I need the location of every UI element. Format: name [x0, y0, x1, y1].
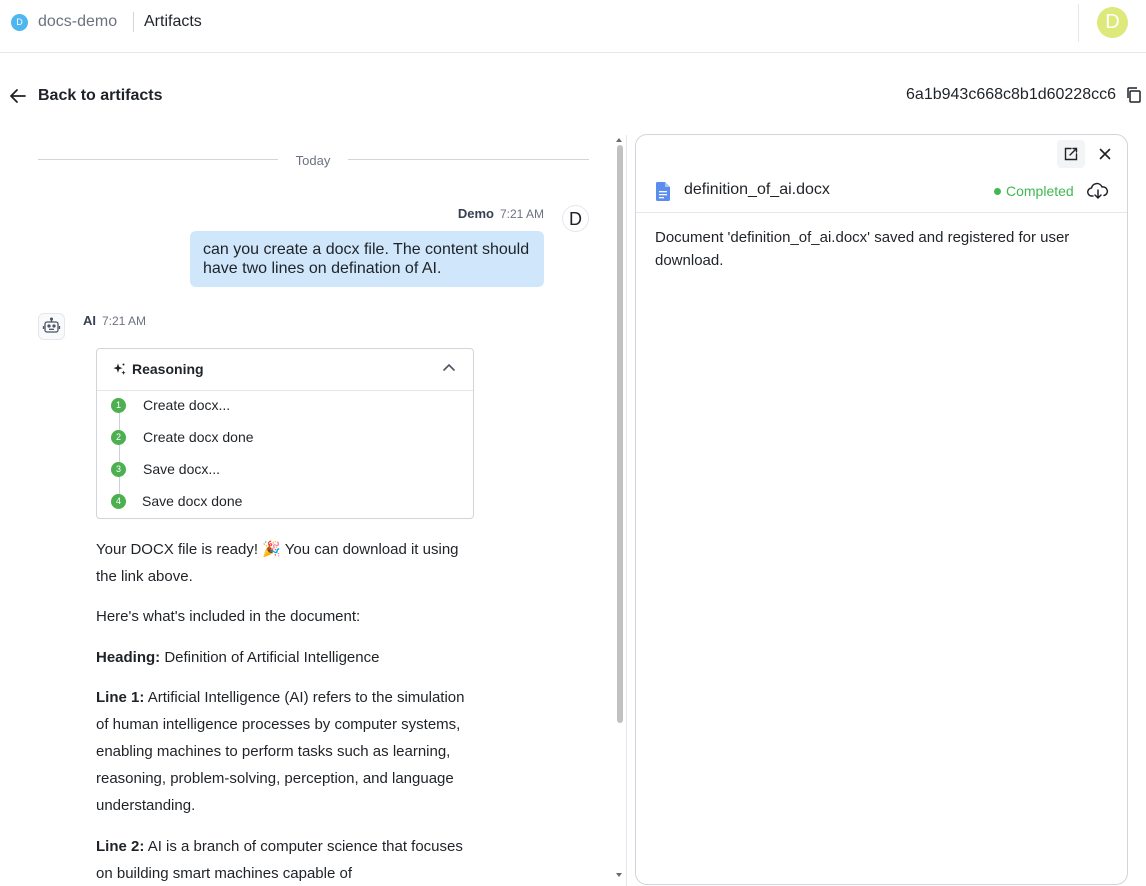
line2-label: Line 2: — [96, 838, 145, 855]
date-divider-right — [348, 159, 589, 160]
user-message-bubble: can you create a docx file. The content … — [190, 231, 544, 287]
step-number: 4 — [111, 493, 126, 509]
status-label: Completed — [1006, 183, 1074, 199]
step-label: Save docx... — [143, 461, 221, 477]
page-title: Artifacts — [144, 13, 202, 30]
workspace-badge[interactable]: D — [11, 14, 28, 31]
artifact-file-name: definition_of_ai.docx — [684, 181, 830, 198]
scrollbar-thumb[interactable] — [617, 145, 623, 723]
ai-line1: Line 1: Artificial Intelligence (AI) ref… — [96, 684, 476, 819]
ai-intro-text: Your DOCX file is ready! 🎉 You can downl… — [96, 541, 459, 585]
date-divider-left — [38, 159, 278, 160]
ai-avatar — [38, 313, 65, 340]
step-label: Create docx... — [143, 397, 231, 413]
close-icon — [1099, 148, 1111, 160]
back-link-label: Back to artifacts — [38, 87, 163, 104]
artifact-id: 6a1b943c668c8b1d60228cc6 — [906, 86, 1116, 103]
chat-scrollbar[interactable] — [613, 135, 629, 886]
reasoning-step: 3 Save docx... — [111, 459, 220, 479]
scroll-down-arrow[interactable] — [616, 873, 622, 877]
breadcrumb-separator — [133, 12, 134, 32]
artifact-file-row: definition_of_ai.docx Completed — [636, 175, 1127, 213]
step-number: 3 — [111, 461, 126, 477]
user-message-avatar: D — [562, 205, 589, 232]
arrow-left-icon — [10, 89, 26, 103]
copy-icon[interactable] — [1125, 86, 1142, 104]
step-label: Create docx done — [143, 429, 254, 445]
user-message-meta: Demo 7:21 AM — [458, 206, 544, 221]
ai-included-text: Here's what's included in the document: — [96, 608, 361, 625]
artifact-panel-body: Document 'definition_of_ai.docx' saved a… — [655, 229, 1070, 269]
artifact-panel: definition_of_ai.docx Completed Document… — [635, 134, 1128, 885]
ai-message-author: AI — [83, 313, 96, 328]
status-dot — [994, 187, 1001, 195]
chat-thread[interactable]: Today Demo 7:21 AM D can you create a doc… — [0, 135, 615, 886]
workspace-name[interactable]: docs-demo — [38, 13, 117, 31]
reasoning-panel: Reasoning 1 Create docx... 2 Create docx… — [96, 348, 474, 519]
line1-label: Line 1: — [96, 689, 145, 706]
scroll-up-arrow[interactable] — [616, 138, 622, 142]
ai-message-time: 7:21 AM — [102, 314, 147, 328]
document-icon — [655, 182, 670, 201]
reasoning-step: 2 Create docx done — [111, 427, 254, 447]
step-number: 1 — [111, 397, 126, 413]
user-message-time: 7:21 AM — [499, 207, 544, 221]
sparkle-icon — [113, 363, 126, 375]
step-number: 2 — [111, 429, 126, 445]
external-link-icon — [1064, 147, 1078, 161]
reasoning-header[interactable]: Reasoning — [97, 349, 473, 391]
heading-label: Heading: — [96, 649, 161, 666]
heading-value: Definition of Artificial Intelligence — [164, 649, 380, 666]
status-badge: Completed — [994, 183, 1074, 199]
step-label: Save docx done — [142, 493, 243, 509]
topbar-divider — [1078, 4, 1079, 42]
reasoning-step: 4 Save docx done — [111, 491, 242, 511]
scrollbar-track — [626, 135, 627, 886]
reasoning-title: Reasoning — [132, 361, 204, 377]
close-panel-button[interactable] — [1091, 140, 1119, 168]
robot-icon — [42, 317, 61, 333]
chevron-up-icon[interactable] — [441, 360, 457, 374]
user-avatar[interactable]: D — [1097, 7, 1128, 38]
top-bar: D docs-demo Artifacts D — [0, 0, 1146, 53]
ai-message-meta: AI 7:21 AM — [83, 313, 146, 328]
cloud-download-icon[interactable] — [1087, 181, 1109, 201]
date-divider-label: Today — [295, 153, 331, 168]
back-to-artifacts-link[interactable]: Back to artifacts — [8, 84, 163, 108]
ai-line2: Line 2: AI is a branch of computer scien… — [96, 833, 476, 886]
line1-value: Artificial Intelligence (AI) refers to t… — [96, 689, 465, 814]
ai-heading-line: Heading: Definition of Artificial Intell… — [96, 644, 476, 671]
open-external-button[interactable] — [1057, 140, 1085, 168]
line2-value: AI is a branch of computer science that … — [96, 838, 463, 882]
reasoning-step: 1 Create docx... — [111, 395, 230, 415]
user-message-author: Demo — [457, 206, 494, 221]
